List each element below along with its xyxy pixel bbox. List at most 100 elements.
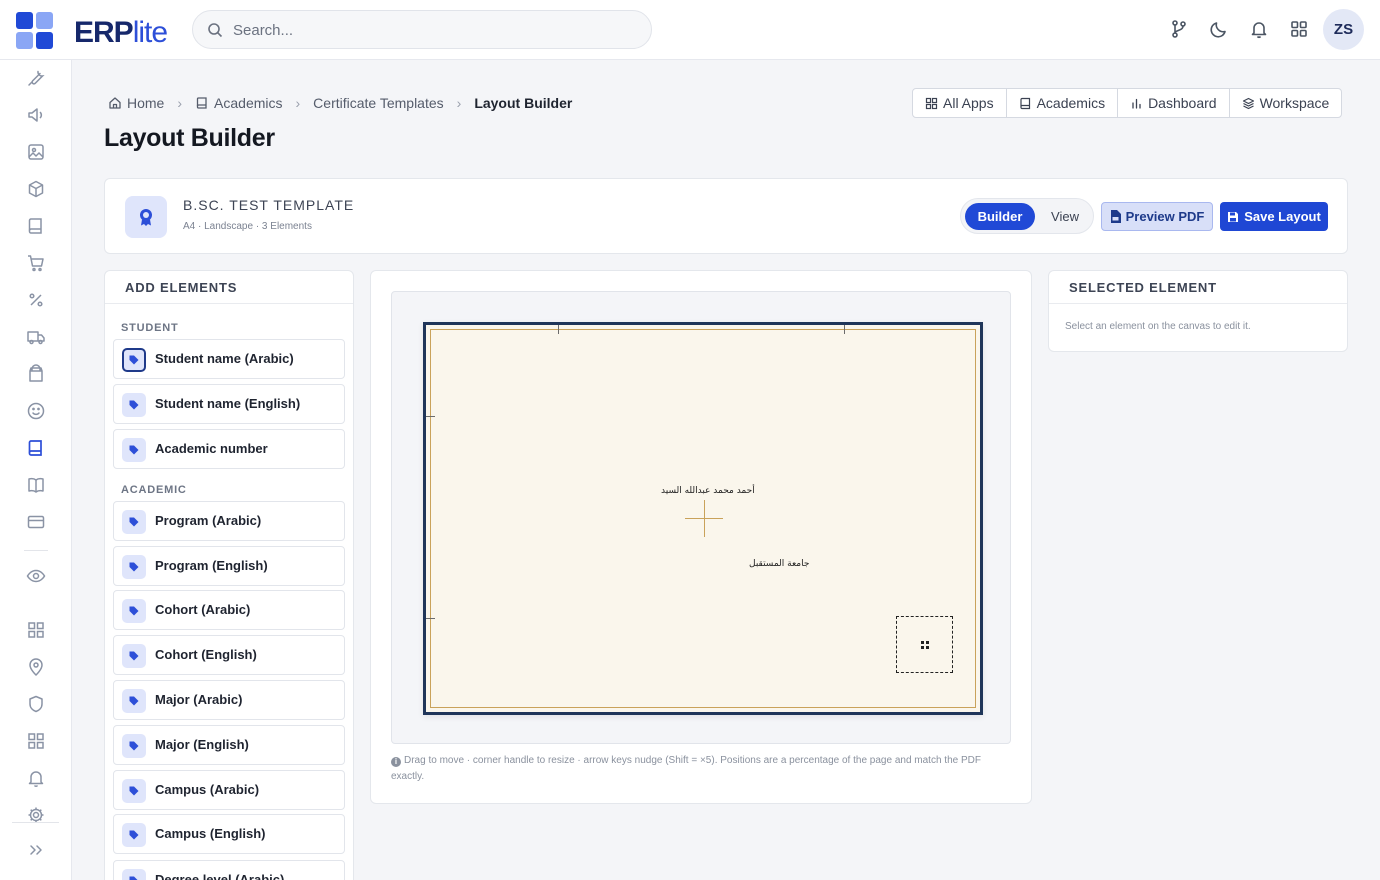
top-bar: ERPlite ZS xyxy=(0,0,1380,60)
truck-icon[interactable] xyxy=(26,327,46,347)
bell-icon[interactable] xyxy=(1249,19,1271,41)
tag-icon xyxy=(122,779,146,803)
eye-icon[interactable] xyxy=(26,566,46,586)
bell-icon[interactable] xyxy=(26,768,46,788)
qr-code-element[interactable] xyxy=(896,616,953,673)
shield-icon[interactable] xyxy=(26,694,46,714)
view-mode-button[interactable]: View xyxy=(1039,203,1091,230)
book-icon xyxy=(195,96,209,110)
workspace-link[interactable]: Workspace xyxy=(1230,89,1342,117)
tag-icon xyxy=(122,644,146,668)
certificate-award-icon xyxy=(125,196,167,238)
save-layout-button[interactable]: Save Layout xyxy=(1220,202,1328,231)
canvas-area: أحمد محمد عبدالله السيد جامعة المستقبل xyxy=(391,291,1011,744)
mode-toggle: Builder View xyxy=(960,198,1094,234)
breadcrumb-home[interactable]: Home xyxy=(108,95,164,111)
element-item[interactable]: Cohort (English) xyxy=(113,635,345,675)
search-box xyxy=(192,10,652,49)
apps-grid-icon[interactable] xyxy=(1289,19,1311,41)
smile-icon[interactable] xyxy=(26,401,46,421)
element-item[interactable]: Major (English) xyxy=(113,725,345,765)
center-guide xyxy=(704,500,705,537)
breadcrumb-academics[interactable]: Academics xyxy=(195,95,283,111)
tag-icon xyxy=(122,393,146,417)
cube-icon[interactable] xyxy=(26,179,46,199)
tag-icon xyxy=(122,348,146,372)
app-logo-icon[interactable] xyxy=(16,12,54,49)
open-book-icon[interactable] xyxy=(26,475,46,495)
info-icon: i xyxy=(391,757,401,767)
map-pin-icon[interactable] xyxy=(26,657,46,677)
rail-divider xyxy=(24,550,48,551)
element-item[interactable]: Academic number xyxy=(113,429,345,469)
panel-title: ADD ELEMENTS xyxy=(105,271,353,304)
ruler-tick xyxy=(844,325,845,334)
book-icon xyxy=(1019,97,1032,110)
chevron-right-icon: › xyxy=(177,95,183,111)
tag-icon xyxy=(122,823,146,847)
element-item[interactable]: Student name (English) xyxy=(113,384,345,424)
megaphone-icon[interactable] xyxy=(26,105,46,125)
book-icon[interactable] xyxy=(26,216,46,236)
search-icon xyxy=(207,22,223,38)
search-input[interactable] xyxy=(233,19,633,41)
grid-alt-icon[interactable] xyxy=(26,731,46,751)
ruler-tick xyxy=(426,618,435,619)
ruler-tick xyxy=(426,416,435,417)
selected-element-empty: Select an element on the canvas to edit … xyxy=(1065,321,1251,332)
rail-divider xyxy=(12,822,59,823)
brand-wordmark[interactable]: ERPlite xyxy=(74,16,168,50)
grid-icon[interactable] xyxy=(26,620,46,640)
element-item[interactable]: Campus (English) xyxy=(113,814,345,854)
academics-book-icon[interactable] xyxy=(26,438,46,458)
grid-icon xyxy=(925,97,938,110)
element-item[interactable]: Program (Arabic) xyxy=(113,501,345,541)
element-item[interactable]: Student name (Arabic) xyxy=(113,339,345,379)
tag-icon xyxy=(122,869,146,880)
panel-title: SELECTED ELEMENT xyxy=(1049,271,1347,304)
left-rail xyxy=(0,60,72,880)
expand-icon[interactable] xyxy=(26,840,46,860)
tag-icon xyxy=(122,734,146,758)
element-item[interactable]: Campus (Arabic) xyxy=(113,770,345,810)
page-title: Layout Builder xyxy=(104,124,275,152)
certificate-page[interactable]: أحمد محمد عبدالله السيد جامعة المستقبل xyxy=(423,322,983,715)
element-item[interactable]: Cohort (Arabic) xyxy=(113,590,345,630)
student-name-element[interactable]: أحمد محمد عبدالله السيد xyxy=(661,486,755,496)
user-avatar[interactable]: ZS xyxy=(1323,9,1364,50)
element-item[interactable]: Program (English) xyxy=(113,546,345,586)
canvas-hint: i Drag to move · corner handle to resize … xyxy=(391,755,981,782)
credit-card-icon[interactable] xyxy=(26,512,46,532)
template-name: B.SC. TEST TEMPLATE xyxy=(183,197,355,213)
save-icon xyxy=(1227,211,1239,223)
store-icon[interactable] xyxy=(26,364,46,384)
template-meta: A4 · Landscape · 3 Elements xyxy=(183,221,312,232)
university-name-element[interactable]: جامعة المستقبل xyxy=(749,559,809,569)
cart-icon[interactable] xyxy=(26,253,46,273)
dashboard-link[interactable]: Dashboard xyxy=(1118,89,1230,117)
quick-links: All Apps Academics Dashboard Workspace xyxy=(912,88,1343,118)
element-item[interactable]: Degree level (Arabic) xyxy=(113,860,345,880)
breadcrumb-certificate-templates[interactable]: Certificate Templates xyxy=(313,95,443,111)
all-apps-link[interactable]: All Apps xyxy=(913,89,1007,117)
tag-icon xyxy=(122,555,146,579)
image-icon[interactable] xyxy=(26,142,46,162)
moon-icon[interactable] xyxy=(1209,19,1231,41)
template-header-card: B.SC. TEST TEMPLATE A4 · Landscape · 3 E… xyxy=(104,178,1348,254)
percent-icon[interactable] xyxy=(26,290,46,310)
tag-icon xyxy=(122,438,146,462)
builder-mode-button[interactable]: Builder xyxy=(965,203,1035,230)
selected-element-panel: SELECTED ELEMENT Select an element on th… xyxy=(1048,270,1348,352)
git-branch-icon[interactable] xyxy=(1169,19,1191,41)
preview-pdf-button[interactable]: Preview PDF xyxy=(1101,202,1213,231)
breadcrumb: Home › Academics › Certificate Templates… xyxy=(108,93,572,113)
breadcrumb-current: Layout Builder xyxy=(474,95,573,111)
pdf-file-icon xyxy=(1110,210,1121,223)
ruler-tick xyxy=(558,325,559,334)
tools-icon[interactable] xyxy=(26,68,46,88)
layers-icon xyxy=(1242,97,1255,110)
element-item[interactable]: Major (Arabic) xyxy=(113,680,345,720)
academics-link[interactable]: Academics xyxy=(1007,89,1119,117)
tag-icon xyxy=(122,510,146,534)
group-label-academic: ACADEMIC xyxy=(121,484,187,496)
